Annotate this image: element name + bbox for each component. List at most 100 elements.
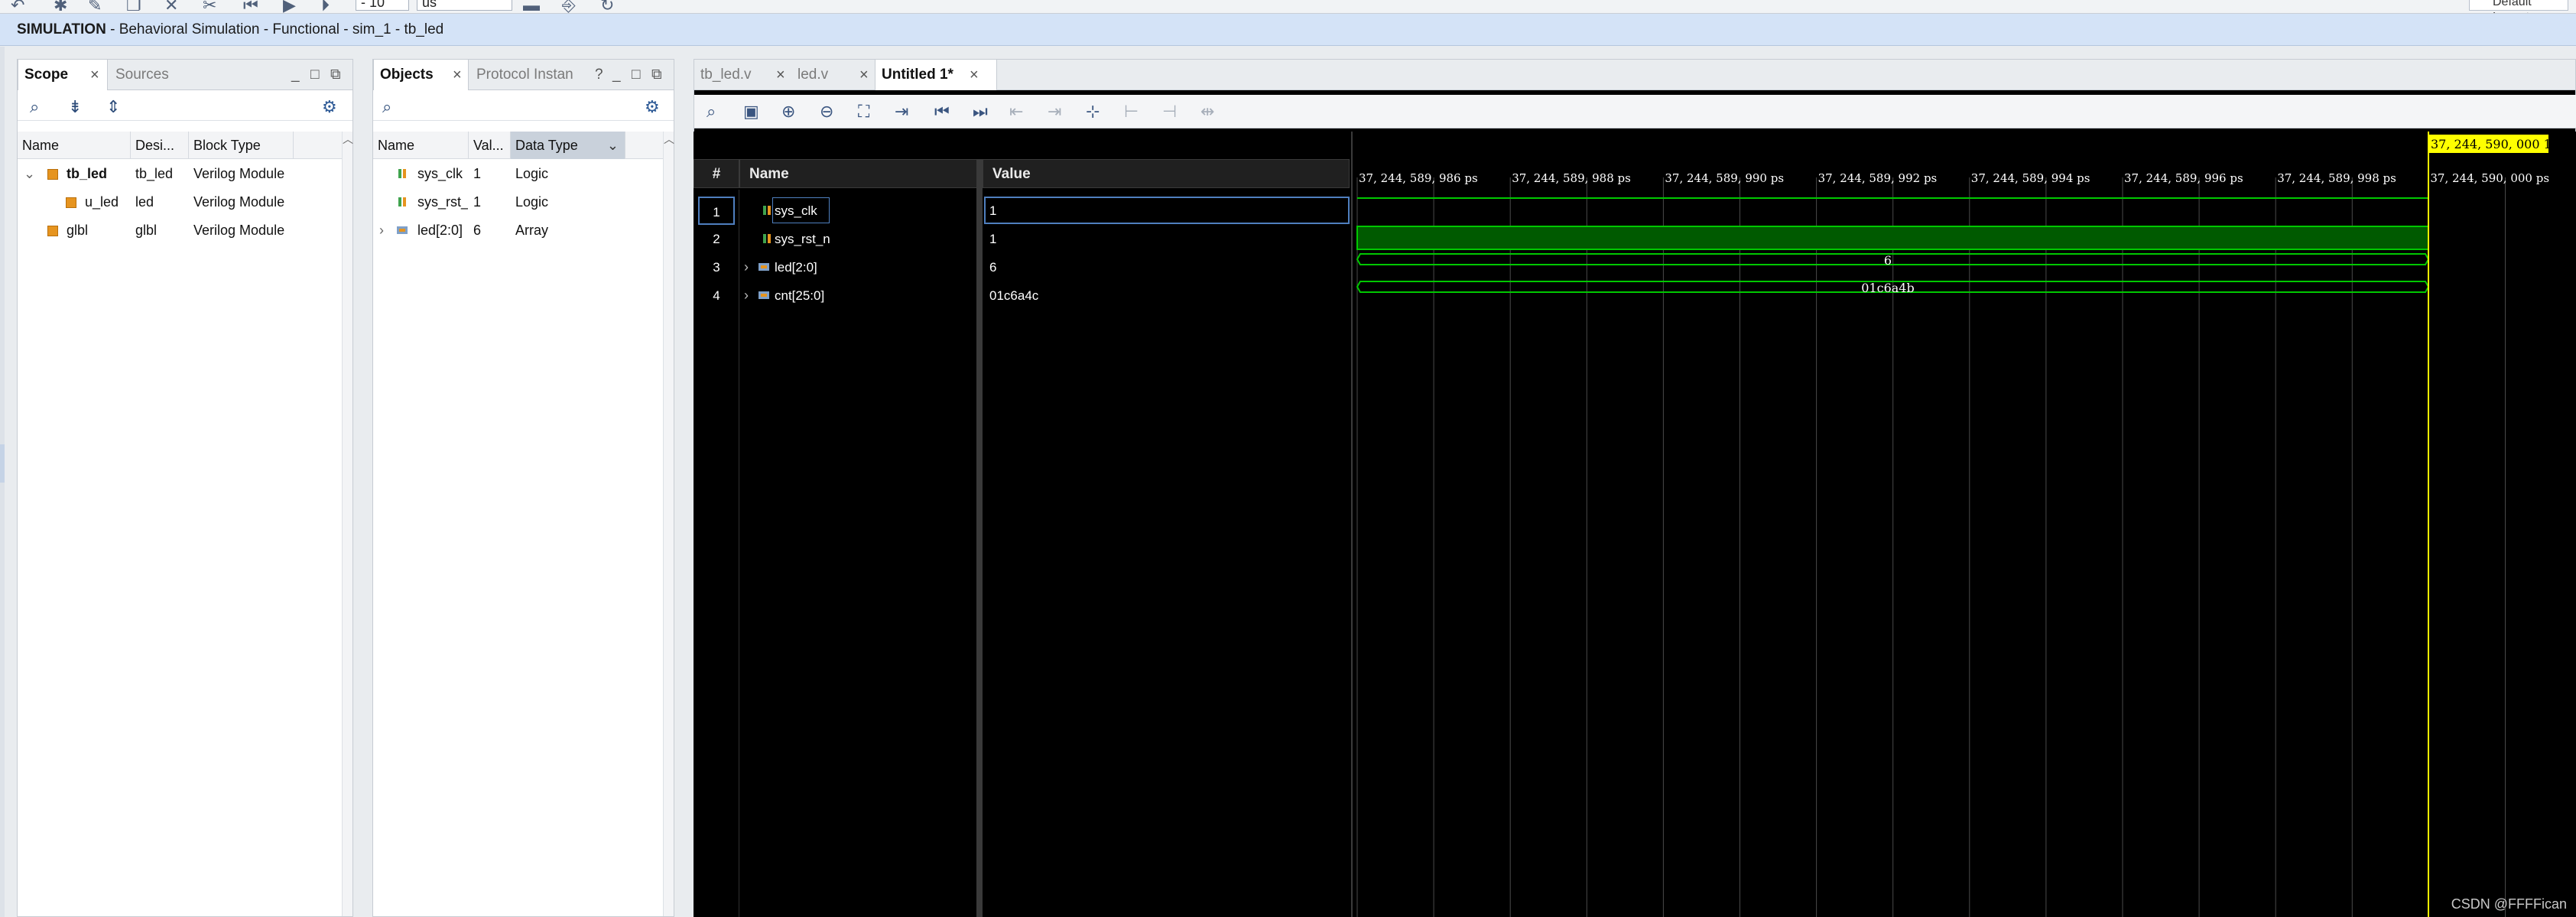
signal-value: 6 [989,260,997,275]
help-icon[interactable]: ? [595,60,603,90]
search-icon[interactable]: ⌕ [382,93,391,121]
break-icon[interactable]: ▬ [523,0,540,13]
signal-value: 01c6a4c [989,288,1039,303]
chevron-right-icon[interactable]: › [379,216,384,245]
table-row[interactable]: › led[2:0] 6 Array [373,216,674,245]
scope-scrollbar[interactable]: ︿ [342,132,353,916]
zoom-in-icon[interactable]: ⊕ [781,95,795,128]
sys-rst-n-waveform[interactable] [1356,226,2429,250]
add-marker-icon[interactable]: ⊹ [1086,95,1100,128]
row-number: 1 [698,197,735,225]
object-value: 1 [473,194,482,210]
maximize-icon[interactable]: □ [310,60,319,90]
col-block-type[interactable]: Block Type [189,132,294,159]
time-tick-label: 37, 244, 589, 994 ps [1971,171,2090,185]
search-icon[interactable]: ⌕ [30,93,39,121]
col-signal-value[interactable]: Value [983,159,1350,188]
chevron-right-icon[interactable]: › [744,253,749,281]
run-for-icon[interactable]: ⏵ [321,0,330,13]
table-row[interactable]: u_led led Verilog Module [18,188,352,216]
float-icon[interactable]: ⧉ [330,60,341,90]
minimize-icon[interactable]: _ [612,60,621,90]
copy-icon[interactable]: ❐ [126,0,141,13]
minimize-icon[interactable]: _ [291,60,300,90]
tab-tb-led-v-label: tb_led.v [700,67,752,83]
table-row[interactable]: glbl glbl Verilog Module [18,216,352,245]
layout-selector[interactable]: Default Layout [2469,0,2568,13]
previous-transition-icon[interactable]: ⇤ [1009,95,1023,128]
close-icon[interactable]: × [90,60,99,90]
go-to-end-icon[interactable]: ⏭ [973,95,988,128]
tab-objects-label: Objects [380,67,434,83]
col-data-type[interactable]: Data Type ⌄ [511,132,625,159]
scope-table-header: Name Desi... Block Type [18,132,352,159]
simulation-subtitle: - Behavioral Simulation - Functional - s… [106,21,444,37]
col-signal-name[interactable]: Name [739,159,983,188]
go-to-start-icon[interactable]: ⏮ [934,95,950,128]
maximize-icon[interactable]: □ [632,60,640,90]
signal-name-selection [772,197,830,223]
table-row[interactable]: ⌄ tb_led tb_led Verilog Module [18,160,352,188]
relaunch-icon[interactable]: ↻ [600,0,614,13]
time-tick-label: 37, 244, 589, 990 ps [1665,171,1784,185]
zoom-fit-icon[interactable]: ⛶ [858,95,869,128]
close-icon[interactable]: × [453,60,462,90]
col-design[interactable]: Desi... [131,132,189,159]
time-tick-label: 37, 244, 589, 992 ps [1818,171,1938,185]
waveform-canvas[interactable]: 37, 244, 589, 986 ps 37, 244, 589, 988 ps… [1353,132,2576,917]
col-number[interactable]: # [694,159,739,188]
sidebar-marker[interactable] [0,444,5,483]
tab-sources[interactable]: Sources [109,60,201,90]
array-signal-icon [759,291,769,299]
expand-all-icon[interactable]: ⇕ [106,93,120,121]
signal-row[interactable]: 4 › cnt[25:0] 01c6a4c [694,281,1353,310]
close-icon[interactable]: × [776,60,785,90]
array-signal-icon [397,226,408,234]
search-icon[interactable]: ⌕ [707,95,716,128]
col-name[interactable]: Name [373,132,469,159]
chevron-right-icon[interactable]: › [744,281,749,310]
gear-icon[interactable]: ⚙ [645,93,660,121]
tab-protocol-instances[interactable]: Protocol Instan [470,60,577,90]
chevron-down-icon[interactable]: ⌄ [24,160,35,188]
scope-name: tb_led [67,166,108,181]
scroll-up-icon[interactable]: ︿ [664,132,674,147]
save-icon[interactable]: ▣ [743,95,759,128]
swap-cursors-icon[interactable]: ⇹ [1200,95,1214,128]
col-value[interactable]: Val... [469,132,511,159]
gear-icon[interactable]: ⚙ [322,93,337,121]
scroll-up-icon[interactable]: ︿ [343,132,353,147]
collapse-all-icon[interactable]: ⇟ [68,93,82,121]
objects-scrollbar[interactable]: ︿ [663,132,674,916]
edit-icon[interactable]: ✎ [88,0,102,13]
signal-row[interactable]: 3 › led[2:0] 6 [694,253,1353,281]
next-transition-icon[interactable]: ⇥ [1048,95,1061,128]
step-icon[interactable]: ⎆ [562,0,576,13]
previous-marker-icon[interactable]: ⊢ [1124,95,1139,128]
undo-icon[interactable]: ↶ [11,0,24,13]
restart-icon[interactable]: ⏮ [243,0,258,13]
cut-icon[interactable]: ✂ [203,0,216,13]
close-icon[interactable]: × [970,60,979,90]
logic-signal-icon [398,169,406,178]
settings-icon[interactable]: ✱ [54,0,67,13]
row-number: 3 [713,260,720,275]
tab-untitled-1[interactable]: Untitled 1* [875,60,997,90]
table-row[interactable]: sys_clk 1 Logic [373,160,674,188]
close-icon[interactable]: × [859,60,869,90]
delete-icon[interactable]: ✕ [164,0,178,13]
float-icon[interactable]: ⧉ [651,60,662,90]
run-time-field[interactable]: - 10 [356,0,409,11]
run-icon[interactable]: ▶ [283,0,296,13]
zoom-out-icon[interactable]: ⊖ [820,95,833,128]
waveform-toolbar: ⌕ ▣ ⊕ ⊖ ⛶ ⇥ ⏮ ⏭ ⇤ ⇥ ⊹ ⊢ ⊣ ⇹ [694,95,2576,128]
next-marker-icon[interactable]: ⊣ [1162,95,1177,128]
signal-row[interactable]: 2 sys_rst_n 1 [694,225,1353,253]
go-to-cursor-icon[interactable]: ⇥ [895,95,908,128]
watermark: CSDN @FFFFican [2451,896,2567,912]
table-row[interactable]: sys_rst_ 1 Logic [373,188,674,216]
chevron-down-icon[interactable]: ⌄ [607,132,619,159]
array-signal-icon [759,263,769,271]
time-unit-select[interactable]: us [417,0,512,11]
col-name[interactable]: Name [18,132,131,159]
